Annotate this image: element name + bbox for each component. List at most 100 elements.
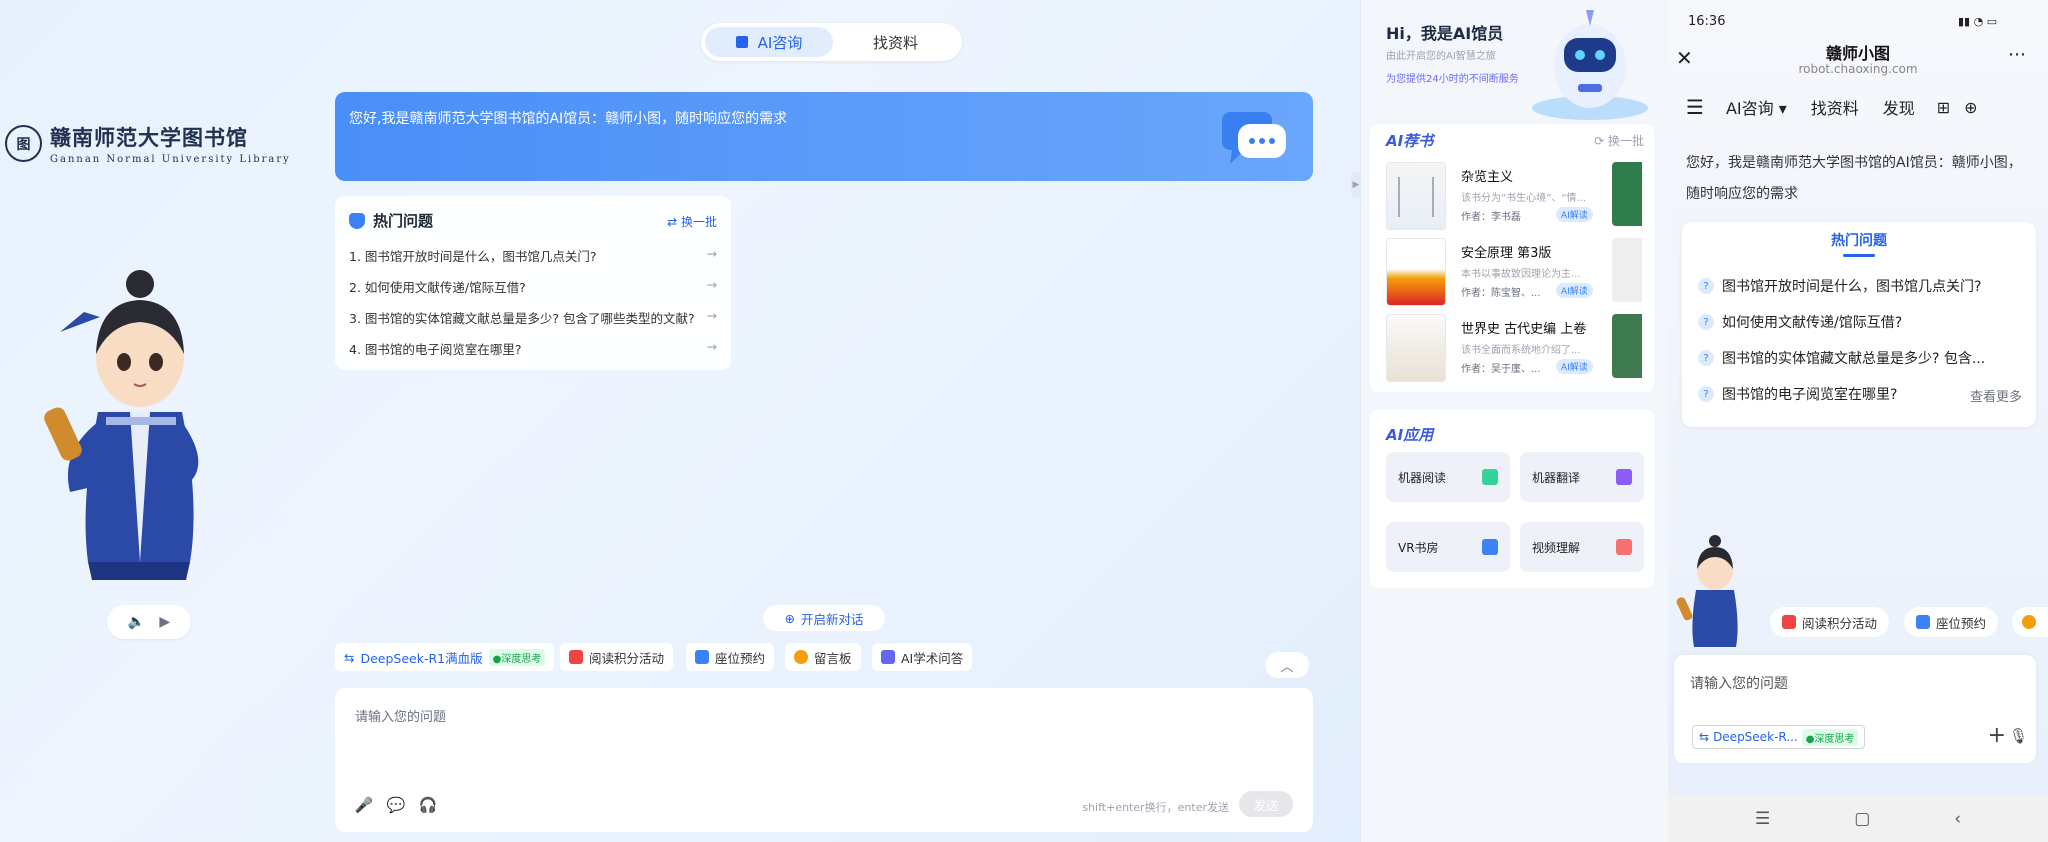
mobile-input-box[interactable]: 请输入您的问题 ⇆ DeepSeek-R... ●深度思考 + 🎙 (1674, 655, 2036, 763)
mobile-question-2[interactable]: ? 如何使用文献传递/馆际互借? (1698, 312, 2026, 332)
hot-question-1[interactable]: 1. 图书馆开放时间是什么，图书馆几点关门? → (349, 246, 717, 265)
app-machine-reading[interactable]: 机器阅读 (1386, 452, 1510, 502)
tab-label: AI咨询 (757, 33, 803, 52)
menu-icon[interactable]: ☰ (1686, 95, 1704, 119)
translate-icon (1616, 469, 1632, 485)
tab-find-resources[interactable]: 找资料 (833, 27, 958, 57)
apps-title: AI应用 (1386, 426, 1434, 444)
mobile-question-1[interactable]: ? 图书馆开放时间是什么，图书馆几点关门? (1698, 276, 2026, 296)
hot-question-4[interactable]: 4. 图书馆的电子阅览室在哪里? → (349, 339, 717, 358)
library-logo: 图 赣南师范大学图书馆 Gannan Normal University Lib… (5, 122, 291, 165)
microphone-icon[interactable]: 🎤 (355, 796, 374, 814)
mobile-hot-card: 热门问题 ? 图书馆开放时间是什么，图书馆几点关门? ? 如何使用文献传递/馆际互借… (1682, 222, 2036, 427)
welcome-text: 您好,我是赣南师范大学图书馆的AI馆员：赣师小图，随时响应您的需求 (349, 111, 788, 127)
play-icon[interactable]: ▶ (159, 614, 170, 630)
model-selector-chip[interactable]: ⇆ DeepSeek-R1满血版 ●深度思考 (335, 643, 555, 671)
deep-think-badge: ●深度思考 (488, 648, 546, 666)
model-name: DeepSeek-R1满血版 (360, 650, 483, 666)
chip-message-board[interactable]: 留言板 (785, 643, 861, 671)
chip-label: 阅读积分活动 (589, 650, 665, 666)
app-vr-study[interactable]: VR书房 (1386, 522, 1510, 572)
refresh-icon: ⇄ (667, 215, 678, 229)
grid-icon[interactable]: ⊞ (1937, 98, 1950, 117)
swap-icon: ⇆ (344, 649, 355, 665)
new-chat-button[interactable]: ⊕ 开启新对话 (763, 605, 885, 631)
video-icon (1616, 539, 1632, 555)
mobile-tab-discover[interactable]: 发现 (1883, 95, 1915, 119)
view-more-link[interactable]: 查看更多 (1970, 386, 2022, 405)
mobile-url: robot.chaoxing.com (1798, 62, 1918, 76)
mobile-nav: ☰ AI咨询 ▾ 找资料 发现 ⊞ ⊕ (1668, 92, 2048, 122)
question-icon: ? (1698, 278, 1714, 294)
logo-chinese: 赣南师范大学图书馆 (50, 125, 248, 150)
mobile-tab-ai-consult[interactable]: AI咨询 ▾ (1726, 95, 1787, 119)
hot-question-3[interactable]: 3. 图书馆的实体馆藏文献总量是多少? 包含了哪些类型的文献? → (349, 308, 717, 327)
mobile-input-placeholder: 请输入您的问题 (1690, 676, 1788, 692)
flag-icon (735, 36, 748, 48)
app-machine-translation[interactable]: 机器翻译 (1520, 452, 1644, 502)
speaker-icon[interactable]: 🔈 (128, 614, 145, 630)
chat-icon[interactable]: 💬 (387, 796, 406, 814)
back-icon[interactable]: ‹ (1954, 809, 1961, 829)
mobile-chip-seat-booking[interactable]: 座位预约 (1904, 607, 1999, 637)
headset-icon[interactable]: 🎧 (419, 796, 438, 814)
recent-apps-icon[interactable]: ☰ (1755, 809, 1770, 829)
question-icon: ? (1698, 350, 1714, 366)
hot-title: 热门问题 (373, 212, 434, 230)
mode-tabs: AI咨询 找资料 (701, 23, 962, 61)
sidebar-subtitle: 由此开启您的AI智慧之旅 (1386, 51, 1496, 62)
new-chat-icon[interactable]: ⊕ (1964, 98, 1977, 117)
question-icon: ? (1698, 314, 1714, 330)
sidebar-toggle-icon[interactable]: ▶ (1351, 172, 1361, 198)
mobile-model-selector[interactable]: ⇆ DeepSeek-R... ●深度思考 (1692, 725, 1866, 749)
rec-refresh-button[interactable]: ⟳ 换一批 (1594, 132, 1644, 149)
book-cover (1386, 314, 1446, 382)
ai-read-tag[interactable]: AI解读 (1556, 283, 1593, 298)
app-video-understanding[interactable]: 视频理解 (1520, 522, 1644, 572)
mobile-tab-find[interactable]: 找资料 (1811, 95, 1859, 119)
chip-academic-qa[interactable]: AI学术问答 (872, 643, 973, 671)
refresh-button[interactable]: ⇄ 换一批 (667, 213, 717, 230)
main-chat-area: AI咨询 找资料 图 赣南师范大学图书馆 Gannan Normal Unive… (0, 0, 1360, 842)
audio-controls: 🔈 ▶ (107, 605, 191, 639)
mobile-hot-title: 热门问题 (1831, 233, 1887, 249)
plus-icon[interactable]: + (1988, 723, 2006, 748)
ai-book-rec-card: AI荐书 ⟳ 换一批 杂览主义 该书分为“书生心境”、“情... 作者：李书磊 … (1370, 124, 1654, 392)
mobile-question-3[interactable]: ? 图书馆的实体馆藏文献总量是多少? 包含... (1698, 348, 2026, 368)
mobile-chip-partial (2012, 607, 2048, 637)
welcome-banner: 您好,我是赣南师范大学图书馆的AI馆员：赣师小图，随时响应您的需求 (335, 92, 1313, 181)
ai-read-tag[interactable]: AI解读 (1556, 207, 1593, 222)
arrow-right-icon: → (706, 339, 717, 354)
chip-reading-activity[interactable]: 阅读积分活动 (560, 643, 674, 671)
microphone-icon[interactable]: 🎙 (2009, 727, 2028, 745)
mobile-welcome-text: 您好，我是赣南师范大学图书馆的AI馆员：赣师小图，随时响应您的需求 (1686, 155, 2022, 202)
sidebar-greeting: Hi，我是AI馆员 (1386, 24, 1504, 43)
shield-icon (349, 212, 365, 229)
library-seal-icon: 图 (5, 125, 42, 162)
mascot-illustration (44, 270, 199, 580)
arrow-right-icon: → (706, 246, 717, 261)
mobile-chip-reading-activity[interactable]: 阅读积分活动 (1770, 607, 1890, 637)
mobile-title: 赣师小图 (1825, 44, 1890, 63)
question-input-box[interactable]: 请输入您的问题 🎤 💬 🎧 shift+enter换行，enter发送 发送 (335, 688, 1313, 832)
home-icon[interactable]: ▢ (1854, 809, 1870, 829)
tab-ai-consult[interactable]: AI咨询 (705, 27, 833, 57)
ai-read-tag[interactable]: AI解读 (1556, 359, 1593, 374)
refresh-label: 换一批 (680, 215, 717, 229)
collapse-chevron-icon[interactable]: ︿ (1265, 652, 1309, 678)
chip-label: AI学术问答 (901, 650, 964, 666)
signal-wifi-battery-icon: ▮▮ ◔ ▭ (1958, 15, 1998, 28)
gift-icon (569, 650, 583, 664)
chat-bubble-icon (1222, 112, 1286, 164)
chip-seat-booking[interactable]: 座位预约 (686, 643, 775, 671)
rec-title: AI荐书 (1386, 132, 1434, 150)
chart-icon (1482, 469, 1498, 485)
book-cover-partial (1612, 314, 1642, 378)
new-chat-label: 开启新对话 (800, 611, 864, 627)
more-icon[interactable]: ⋯ (2008, 44, 2026, 65)
document-icon (1482, 539, 1498, 555)
book-cover (1386, 238, 1446, 306)
chip-label: 座位预约 (715, 650, 766, 666)
hot-question-2[interactable]: 2. 如何使用文献传递/馆际互借? → (349, 277, 717, 296)
send-button[interactable]: 发送 (1239, 791, 1293, 817)
